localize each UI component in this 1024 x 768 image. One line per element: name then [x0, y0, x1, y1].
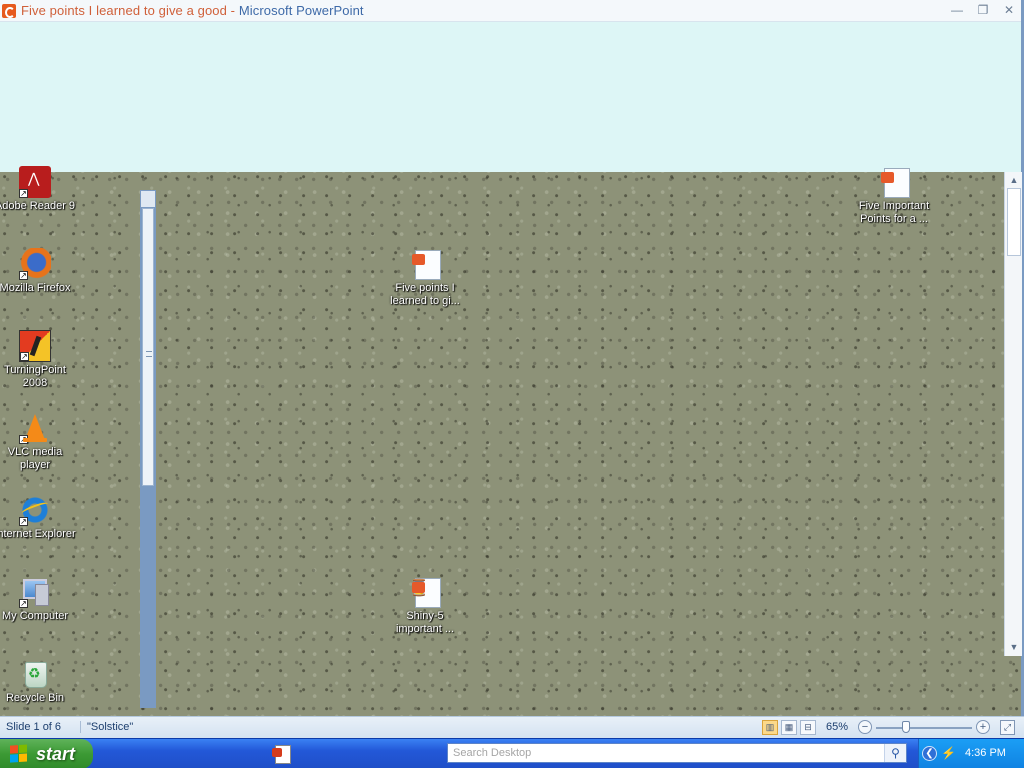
powerpoint-status-bar: Slide 1 of 6 "Solstice" ▥ ▦ ⊟ 65% − + ⤢ [0, 716, 1024, 738]
windows-taskbar: start ⚲ ❮ ⚡ 4:36 PM [0, 738, 1024, 768]
system-tray: ❮ ⚡ 4:36 PM [918, 739, 1024, 768]
desktop-search-input[interactable] [448, 744, 884, 762]
slide-sorter-view-button[interactable]: ▦ [781, 720, 797, 735]
window-title-bar[interactable]: Five points I learned to give a good - M… [0, 0, 1024, 22]
powerpoint-file-icon: ⌛ [409, 576, 441, 608]
scroll-up-arrow[interactable]: ▲ [1007, 173, 1021, 187]
desktop-icon-vlc[interactable]: ↗ VLC media player [0, 412, 78, 472]
scroll-up-arrow[interactable] [141, 191, 155, 207]
desktop-icon-ppt-five-important[interactable]: Five Important Points for a ... [851, 166, 937, 226]
slide-show-view-button[interactable]: ⊟ [800, 720, 816, 735]
firefox-icon: ↗ [19, 248, 51, 280]
restore-button[interactable]: ❐ [976, 3, 990, 17]
grip-icon [146, 351, 152, 357]
desktop-icon-internet-explorer[interactable]: ↗ Internet Explorer [0, 494, 78, 541]
adobe-reader-icon: ↗ [19, 166, 51, 198]
zoom-in-button[interactable]: + [976, 720, 990, 734]
icon-label: Shiny-5 important ... [395, 610, 455, 635]
shortcut-arrow-icon: ↗ [19, 189, 28, 198]
slide-counter[interactable]: Slide 1 of 6 [6, 721, 61, 733]
vlc-icon: ↗ [19, 412, 51, 444]
icon-label: My Computer [1, 610, 69, 622]
desktop-icon-recycle-bin[interactable]: Recycle Bin [0, 658, 78, 705]
taskbar-powerpoint-icon[interactable] [270, 744, 292, 764]
shortcut-arrow-icon: ↗ [19, 517, 28, 526]
desktop-icon-ppt-shiny[interactable]: ⌛ Shiny-5 important ... [382, 576, 468, 636]
zoom-level[interactable]: 65% [826, 721, 848, 733]
window-controls: — ❐ ✕ [950, 3, 1016, 17]
turningpoint-icon: ↗ [19, 330, 51, 362]
shortcut-arrow-icon: ↗ [19, 435, 28, 444]
icon-label: Recycle Bin [5, 692, 65, 704]
network-tray-icon[interactable]: ⚡ [941, 746, 956, 761]
recycle-bin-icon [19, 658, 51, 690]
view-buttons: ▥ ▦ ⊟ [762, 720, 816, 735]
icon-label: Five Important Points for a ... [858, 200, 930, 225]
desktop-icon-firefox[interactable]: ↗ Mozilla Firefox [0, 248, 78, 295]
shortcut-arrow-icon: ↗ [19, 271, 28, 280]
desktop-search: ⚲ [447, 743, 907, 763]
title-separator: - [226, 3, 239, 18]
slides-pane-scrollbar[interactable] [140, 190, 156, 708]
icon-label: Internet Explorer [0, 528, 76, 540]
icon-label: TurningPoint 2008 [4, 364, 66, 389]
hourglass-cursor-icon: ⌛ [409, 580, 429, 597]
windows-logo-icon [10, 744, 28, 763]
desktop-icon-my-computer[interactable]: ↗ My Computer [0, 576, 78, 623]
application-name: Microsoft PowerPoint [238, 3, 364, 18]
slide-area-scrollbar[interactable]: ▲ ▼ [1004, 172, 1022, 656]
zoom-out-button[interactable]: − [858, 720, 872, 734]
internet-explorer-icon: ↗ [19, 494, 51, 526]
icon-label: Mozilla Firefox [0, 282, 71, 294]
zoom-slider-track[interactable] [876, 727, 972, 729]
powerpoint-file-icon [878, 166, 910, 198]
powerpoint-app-icon[interactable] [2, 3, 16, 18]
start-label: start [36, 743, 76, 764]
desktop-icon-ppt-five-points[interactable]: Five points I learned to gi... [382, 248, 468, 308]
scrollbar-thumb[interactable] [1007, 188, 1021, 256]
ribbon-area [0, 22, 1024, 172]
icon-label: Five points I learned to gi... [390, 282, 460, 307]
desktop-icon-turningpoint[interactable]: ↗ TurningPoint 2008 [0, 330, 78, 390]
fit-to-window-button[interactable]: ⤢ [1000, 720, 1015, 735]
start-button[interactable]: start [0, 739, 93, 768]
show-hidden-icons-chevron-icon[interactable]: ❮ [922, 746, 937, 761]
shortcut-arrow-icon: ↗ [19, 599, 28, 608]
close-button[interactable]: ✕ [1002, 3, 1016, 17]
document-title: Five points I learned to give a good [21, 3, 227, 18]
my-computer-icon: ↗ [19, 576, 51, 608]
theme-name[interactable]: "Solstice" [80, 721, 133, 733]
scroll-down-arrow[interactable]: ▼ [1007, 640, 1021, 654]
window-title: Five points I learned to give a good - M… [21, 3, 364, 18]
powerpoint-file-icon [409, 248, 441, 280]
icon-label: VLC media player [7, 446, 63, 471]
minimize-button[interactable]: — [950, 3, 964, 17]
zoom-slider-thumb[interactable] [902, 721, 910, 733]
clock[interactable]: 4:36 PM [965, 747, 1006, 759]
search-icon[interactable]: ⚲ [884, 744, 906, 762]
scrollbar-thumb[interactable] [142, 208, 154, 486]
icon-label: Adobe Reader 9 [0, 200, 76, 212]
shortcut-arrow-icon: ↗ [20, 352, 29, 361]
desktop-icon-adobe-reader[interactable]: ↗ Adobe Reader 9 [0, 166, 78, 213]
normal-view-button[interactable]: ▥ [762, 720, 778, 735]
